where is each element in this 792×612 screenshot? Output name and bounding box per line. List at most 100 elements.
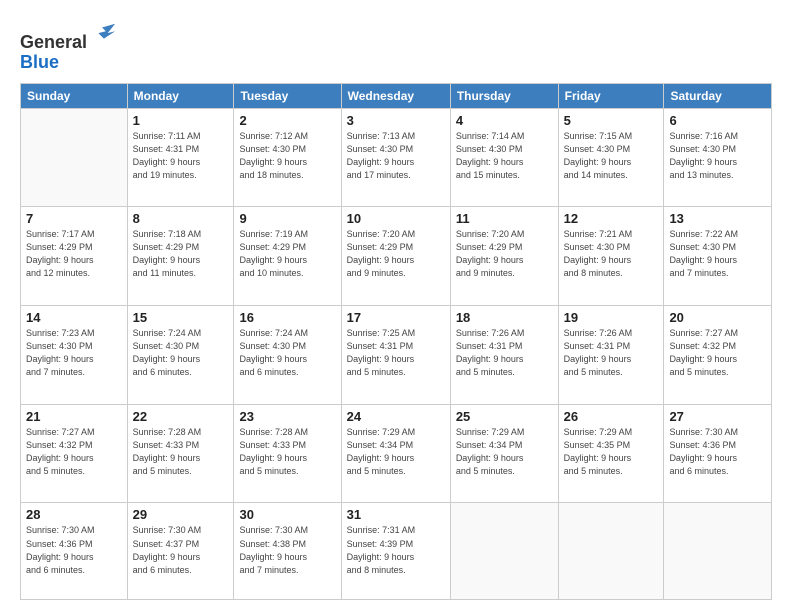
calendar-cell: 21 Sunrise: 7:27 AM Sunset: 4:32 PM Dayli… [21,404,128,503]
calendar-cell: 4 Sunrise: 7:14 AM Sunset: 4:30 PM Daylig… [450,108,558,207]
calendar-cell: 2 Sunrise: 7:12 AM Sunset: 4:30 PM Daylig… [234,108,341,207]
calendar-cell: 11Sunrise: 7:20 AM Sunset: 4:29 PM Dayli… [450,207,558,306]
calendar-cell: 16 Sunrise: 7:24 AM Sunset: 4:30 PM Dayli… [234,306,341,405]
day-info: Sunrise: 7:25 AM Sunset: 4:31 PM Dayligh… [347,327,445,379]
weekday-header: Friday [558,83,664,108]
day-info: Sunrise: 7:22 AM Sunset: 4:30 PM Dayligh… [669,228,766,280]
day-number: 25 [456,409,553,424]
calendar-week-row: 28 Sunrise: 7:30 AM Sunset: 4:36 PM Dayli… [21,503,772,600]
calendar-cell: 26 Sunrise: 7:29 AM Sunset: 4:35 PM Dayli… [558,404,664,503]
day-number: 22 [133,409,229,424]
weekday-header: Tuesday [234,83,341,108]
day-info: Sunrise: 7:29 AM Sunset: 4:34 PM Dayligh… [456,426,553,478]
day-info: Sunrise: 7:28 AM Sunset: 4:33 PM Dayligh… [239,426,335,478]
day-info: Sunrise: 7:17 AM Sunset: 4:29 PM Dayligh… [26,228,122,280]
day-info: Sunrise: 7:26 AM Sunset: 4:31 PM Dayligh… [564,327,659,379]
day-number: 27 [669,409,766,424]
calendar-cell [664,503,772,600]
calendar-cell: 29 Sunrise: 7:30 AM Sunset: 4:37 PM Dayli… [127,503,234,600]
day-number: 16 [239,310,335,325]
day-number: 24 [347,409,445,424]
logo-blue: Blue [20,52,59,72]
day-info: Sunrise: 7:27 AM Sunset: 4:32 PM Dayligh… [26,426,122,478]
day-number: 4 [456,113,553,128]
calendar-cell: 23 Sunrise: 7:28 AM Sunset: 4:33 PM Dayli… [234,404,341,503]
calendar-cell: 3 Sunrise: 7:13 AM Sunset: 4:30 PM Daylig… [341,108,450,207]
day-info: Sunrise: 7:24 AM Sunset: 4:30 PM Dayligh… [133,327,229,379]
day-number: 2 [239,113,335,128]
day-number: 29 [133,507,229,522]
day-number: 20 [669,310,766,325]
calendar-week-row: 1 Sunrise: 7:11 AM Sunset: 4:31 PM Daylig… [21,108,772,207]
weekday-header: Thursday [450,83,558,108]
header: General Blue [20,16,772,73]
logo-bird-icon [89,20,117,48]
day-info: Sunrise: 7:26 AM Sunset: 4:31 PM Dayligh… [456,327,553,379]
calendar-cell: 30 Sunrise: 7:30 AM Sunset: 4:38 PM Dayli… [234,503,341,600]
day-number: 19 [564,310,659,325]
page-container: General Blue SundayMondayTuesdayWednesda… [0,0,792,612]
calendar-cell: 18 Sunrise: 7:26 AM Sunset: 4:31 PM Dayli… [450,306,558,405]
day-info: Sunrise: 7:12 AM Sunset: 4:30 PM Dayligh… [239,130,335,182]
day-number: 23 [239,409,335,424]
day-info: Sunrise: 7:30 AM Sunset: 4:36 PM Dayligh… [26,524,122,576]
calendar-week-row: 21 Sunrise: 7:27 AM Sunset: 4:32 PM Dayli… [21,404,772,503]
logo: General Blue [20,20,117,73]
calendar-cell: 7 Sunrise: 7:17 AM Sunset: 4:29 PM Daylig… [21,207,128,306]
calendar-header-row: SundayMondayTuesdayWednesdayThursdayFrid… [21,83,772,108]
day-number: 1 [133,113,229,128]
day-number: 17 [347,310,445,325]
day-number: 21 [26,409,122,424]
calendar-cell: 9Sunrise: 7:19 AM Sunset: 4:29 PM Daylig… [234,207,341,306]
day-info: Sunrise: 7:20 AM Sunset: 4:29 PM Dayligh… [347,228,445,280]
day-number: 12 [564,211,659,226]
calendar-cell: 19 Sunrise: 7:26 AM Sunset: 4:31 PM Dayli… [558,306,664,405]
calendar-cell: 5Sunrise: 7:15 AM Sunset: 4:30 PM Daylig… [558,108,664,207]
calendar-cell: 6Sunrise: 7:16 AM Sunset: 4:30 PM Daylig… [664,108,772,207]
day-info: Sunrise: 7:14 AM Sunset: 4:30 PM Dayligh… [456,130,553,182]
day-info: Sunrise: 7:30 AM Sunset: 4:36 PM Dayligh… [669,426,766,478]
day-info: Sunrise: 7:20 AM Sunset: 4:29 PM Dayligh… [456,228,553,280]
day-number: 26 [564,409,659,424]
day-info: Sunrise: 7:21 AM Sunset: 4:30 PM Dayligh… [564,228,659,280]
calendar-cell: 28 Sunrise: 7:30 AM Sunset: 4:36 PM Dayli… [21,503,128,600]
calendar-week-row: 7 Sunrise: 7:17 AM Sunset: 4:29 PM Daylig… [21,207,772,306]
calendar-cell [558,503,664,600]
day-number: 18 [456,310,553,325]
calendar-cell: 14 Sunrise: 7:23 AM Sunset: 4:30 PM Dayli… [21,306,128,405]
day-number: 10 [347,211,445,226]
day-info: Sunrise: 7:23 AM Sunset: 4:30 PM Dayligh… [26,327,122,379]
day-info: Sunrise: 7:30 AM Sunset: 4:38 PM Dayligh… [239,524,335,576]
calendar-cell: 13Sunrise: 7:22 AM Sunset: 4:30 PM Dayli… [664,207,772,306]
weekday-header: Monday [127,83,234,108]
day-info: Sunrise: 7:13 AM Sunset: 4:30 PM Dayligh… [347,130,445,182]
day-info: Sunrise: 7:29 AM Sunset: 4:34 PM Dayligh… [347,426,445,478]
day-number: 3 [347,113,445,128]
calendar-cell: 10 Sunrise: 7:20 AM Sunset: 4:29 PM Dayli… [341,207,450,306]
calendar-cell: 31 Sunrise: 7:31 AM Sunset: 4:39 PM Dayli… [341,503,450,600]
day-number: 7 [26,211,122,226]
calendar-cell: 25 Sunrise: 7:29 AM Sunset: 4:34 PM Dayli… [450,404,558,503]
weekday-header: Saturday [664,83,772,108]
day-info: Sunrise: 7:11 AM Sunset: 4:31 PM Dayligh… [133,130,229,182]
day-number: 14 [26,310,122,325]
day-info: Sunrise: 7:30 AM Sunset: 4:37 PM Dayligh… [133,524,229,576]
calendar-cell: 20 Sunrise: 7:27 AM Sunset: 4:32 PM Dayli… [664,306,772,405]
day-number: 8 [133,211,229,226]
calendar-week-row: 14 Sunrise: 7:23 AM Sunset: 4:30 PM Dayli… [21,306,772,405]
calendar-cell: 17 Sunrise: 7:25 AM Sunset: 4:31 PM Dayli… [341,306,450,405]
day-number: 31 [347,507,445,522]
day-info: Sunrise: 7:19 AM Sunset: 4:29 PM Dayligh… [239,228,335,280]
day-info: Sunrise: 7:31 AM Sunset: 4:39 PM Dayligh… [347,524,445,576]
calendar-cell: 8Sunrise: 7:18 AM Sunset: 4:29 PM Daylig… [127,207,234,306]
day-info: Sunrise: 7:24 AM Sunset: 4:30 PM Dayligh… [239,327,335,379]
day-info: Sunrise: 7:16 AM Sunset: 4:30 PM Dayligh… [669,130,766,182]
day-number: 30 [239,507,335,522]
day-info: Sunrise: 7:27 AM Sunset: 4:32 PM Dayligh… [669,327,766,379]
day-info: Sunrise: 7:29 AM Sunset: 4:35 PM Dayligh… [564,426,659,478]
day-number: 28 [26,507,122,522]
day-number: 15 [133,310,229,325]
logo-general: General [20,32,87,52]
weekday-header: Wednesday [341,83,450,108]
calendar-cell: 22Sunrise: 7:28 AM Sunset: 4:33 PM Dayli… [127,404,234,503]
